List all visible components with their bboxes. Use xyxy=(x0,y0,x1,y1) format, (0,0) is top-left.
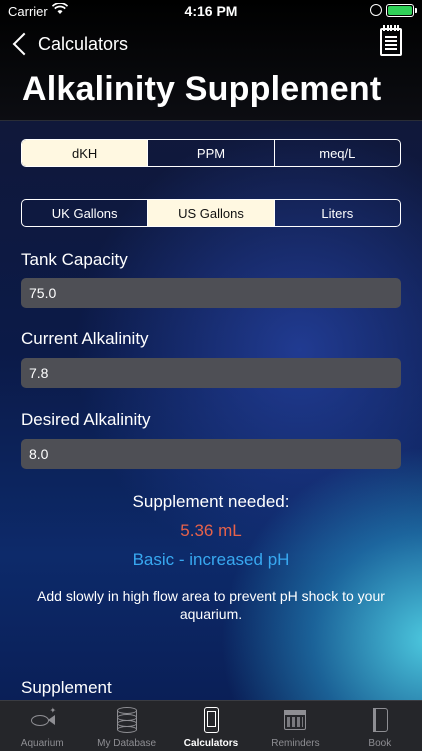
tab-label: Aquarium xyxy=(20,738,64,749)
notepad-icon xyxy=(383,25,399,31)
supplement-needed-title: Supplement needed: xyxy=(132,492,290,511)
database-icon xyxy=(113,706,141,734)
tab-my-database[interactable]: My Database xyxy=(84,701,168,751)
calendar-icon xyxy=(281,706,309,734)
segment-dkh[interactable]: dKH xyxy=(22,140,148,166)
phone-icon xyxy=(197,706,225,734)
supplement-amount: 5.36 mL xyxy=(180,521,242,540)
tab-label: Reminders xyxy=(271,738,320,749)
tab-bar: ✦ Aquarium My Database Calculators Remin… xyxy=(0,700,422,751)
segment-ppm[interactable]: PPM xyxy=(147,140,273,166)
supplement-type: Basic - increased pH xyxy=(132,550,290,569)
tank-capacity-label: Tank Capacity xyxy=(21,250,128,269)
segment-uk-gallons[interactable]: UK Gallons xyxy=(22,200,147,226)
tab-book[interactable]: Book xyxy=(338,701,422,751)
page-title: Alkalinity Supplement xyxy=(22,70,382,108)
book-icon xyxy=(366,706,394,734)
tab-label: Calculators xyxy=(183,738,239,749)
chevron-left-icon xyxy=(12,32,36,56)
units-segmented-control: dKH PPM meq/L xyxy=(21,139,401,167)
current-alkalinity-label: Current Alkalinity xyxy=(21,329,149,348)
tab-reminders[interactable]: Reminders xyxy=(253,701,337,751)
dosing-note: Add slowly in high flow area to prevent … xyxy=(37,588,385,622)
desired-alkalinity-input[interactable]: 8.0 xyxy=(21,439,401,469)
tab-label: My Database xyxy=(97,738,157,749)
lock-rotation-icon xyxy=(370,4,382,16)
desired-alkalinity-label: Desired Alkalinity xyxy=(21,410,151,429)
status-bar: Carrier 4:16 PM xyxy=(0,0,422,22)
tank-capacity-input[interactable]: 75.0 xyxy=(21,278,401,308)
tab-calculators[interactable]: Calculators xyxy=(169,701,253,751)
battery-icon xyxy=(386,4,417,17)
segment-us-gallons[interactable]: US Gallons xyxy=(147,200,274,226)
current-alkalinity-input[interactable]: 7.8 xyxy=(21,358,401,388)
header: Carrier 4:16 PM Calculators Alkalinity S… xyxy=(0,0,422,121)
back-button-label: Calculators xyxy=(38,33,129,54)
volume-segmented-control: UK Gallons US Gallons Liters xyxy=(21,199,401,227)
supplement-section-label: Supplement xyxy=(21,678,112,697)
segment-liters[interactable]: Liters xyxy=(273,200,400,226)
fish-icon: ✦ xyxy=(28,706,56,734)
tab-aquarium[interactable]: ✦ Aquarium xyxy=(0,701,84,751)
notes-button[interactable] xyxy=(380,25,402,56)
tab-label: Book xyxy=(368,738,392,749)
segment-meq-l[interactable]: meq/L xyxy=(273,140,400,166)
back-button[interactable]: Calculators xyxy=(10,30,128,58)
status-time: 4:16 PM xyxy=(184,3,238,19)
